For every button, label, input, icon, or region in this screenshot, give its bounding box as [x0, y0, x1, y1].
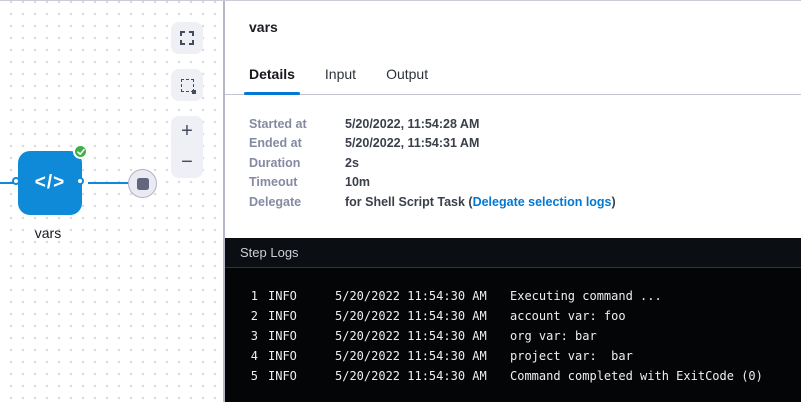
log-message: project var: bar — [510, 349, 633, 363]
detail-value: for Shell Script Task (Delegate selectio… — [345, 195, 616, 209]
detail-row: Ended at5/20/2022, 11:54:31 AM — [249, 134, 801, 154]
node-label: vars — [10, 225, 86, 241]
log-line-number: 5 — [239, 369, 258, 383]
log-message: Command completed with ExitCode (0) — [510, 369, 763, 383]
log-timestamp: 5/20/2022 11:54:30 AM — [335, 289, 487, 303]
log-level: INFO — [268, 289, 297, 303]
detail-label: Duration — [249, 156, 345, 170]
tab-details[interactable]: Details — [244, 66, 300, 94]
log-message: org var: bar — [510, 329, 597, 343]
node-port-right — [76, 177, 84, 185]
details-list: Started at5/20/2022, 11:54:28 AMEnded at… — [225, 95, 801, 212]
zoom-control: + − — [171, 116, 203, 178]
log-line: 3 INFO 5/20/2022 11:54:30 AM org var: bar — [225, 326, 801, 346]
fullscreen-icon — [180, 31, 194, 45]
tab-bar: Details Input Output — [225, 66, 801, 95]
node-port-left — [12, 177, 20, 185]
zoom-in-button[interactable]: + — [171, 116, 203, 147]
log-line-number: 4 — [239, 349, 258, 363]
shell-script-code-icon: </> — [35, 172, 65, 194]
delegate-selection-logs-link[interactable]: Delegate selection logs — [473, 195, 612, 209]
step-logs-console[interactable]: Step Logs 1 INFO 5/20/2022 11:54:30 AM Exec… — [225, 238, 801, 402]
detail-label: Timeout — [249, 175, 345, 189]
log-line: 1 INFO 5/20/2022 11:54:30 AM Executing comm… — [225, 286, 801, 306]
stop-icon — [137, 178, 149, 190]
step-node-vars[interactable]: </> — [18, 151, 82, 215]
log-level: INFO — [268, 369, 297, 383]
detail-row: Delegatefor Shell Script Task (Delegate … — [249, 192, 801, 212]
edge-outgoing — [88, 182, 129, 184]
log-timestamp: 5/20/2022 11:54:30 AM — [335, 309, 487, 323]
zoom-out-button[interactable]: − — [171, 147, 203, 178]
detail-value: 5/20/2022, 11:54:31 AM — [345, 136, 479, 150]
log-message: Executing command ... — [510, 289, 662, 303]
execution-view: </> vars + − — [0, 0, 801, 402]
tab-output[interactable]: Output — [381, 66, 433, 94]
fullscreen-button[interactable] — [171, 22, 203, 54]
detail-row: Timeout10m — [249, 173, 801, 193]
log-timestamp: 5/20/2022 11:54:30 AM — [335, 349, 487, 363]
detail-value: 10m — [345, 175, 370, 189]
log-line: 5 INFO 5/20/2022 11:54:30 AM Command comple… — [225, 366, 801, 386]
log-level: INFO — [268, 309, 297, 323]
detail-value: 2s — [345, 156, 359, 170]
step-details-panel: vars Details Input Output Started at5/20… — [224, 1, 801, 402]
log-line: 4 INFO 5/20/2022 11:54:30 AM project var: b… — [225, 346, 801, 366]
log-line: 2 INFO 5/20/2022 11:54:30 AM account var: f… — [225, 306, 801, 326]
detail-row: Duration2s — [249, 153, 801, 173]
detail-label: Delegate — [249, 195, 345, 209]
detail-label: Ended at — [249, 136, 345, 150]
detail-label: Started at — [249, 117, 345, 131]
log-timestamp: 5/20/2022 11:54:30 AM — [335, 329, 487, 343]
log-message: account var: foo — [510, 309, 626, 323]
check-icon — [77, 148, 85, 156]
marquee-select-icon — [181, 79, 194, 92]
tab-input[interactable]: Input — [320, 66, 361, 94]
detail-value: 5/20/2022, 11:54:28 AM — [345, 117, 479, 131]
log-line-number: 3 — [239, 329, 258, 343]
panel-title: vars — [225, 1, 801, 35]
log-lines: 1 INFO 5/20/2022 11:54:30 AM Executing comm… — [225, 268, 801, 386]
log-level: INFO — [268, 329, 297, 343]
success-check-badge — [73, 144, 88, 159]
log-timestamp: 5/20/2022 11:54:30 AM — [335, 369, 487, 383]
detail-row: Started at5/20/2022, 11:54:28 AM — [249, 114, 801, 134]
pipeline-canvas[interactable]: </> vars + − — [0, 1, 224, 402]
marquee-select-button[interactable] — [171, 69, 203, 101]
step-logs-header: Step Logs — [225, 238, 801, 268]
log-level: INFO — [268, 349, 297, 363]
end-node[interactable] — [128, 169, 157, 198]
log-line-number: 2 — [239, 309, 258, 323]
log-line-number: 1 — [239, 289, 258, 303]
